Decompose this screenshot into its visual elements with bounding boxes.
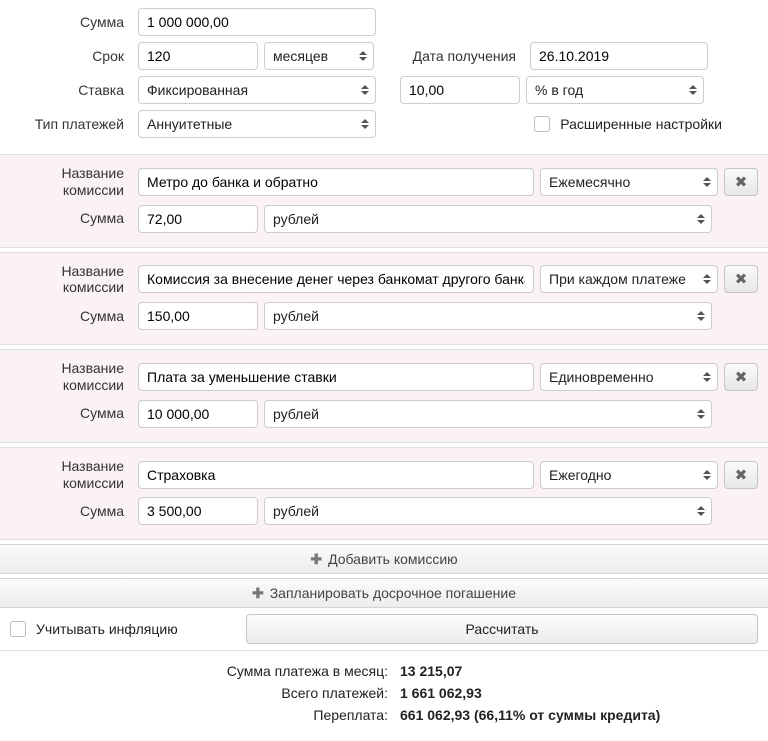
commission-freq-select[interactable]: Ежегодно [540, 461, 718, 489]
advanced-label: Расширенные настройки [560, 116, 722, 132]
commission-freq-value: Единовременно [549, 369, 654, 385]
result-total-value: 1 661 062,93 [400, 685, 482, 701]
commission-name-label: Название комиссии [10, 165, 132, 199]
amount-input[interactable] [138, 8, 376, 36]
advanced-checkbox[interactable] [534, 116, 550, 132]
add-commission-button[interactable]: ✚ Добавить комиссию [0, 544, 768, 574]
result-monthly-value: 13 215,07 [400, 663, 462, 679]
payment-type-select[interactable]: Аннуитетные [138, 110, 376, 138]
term-unit-value: месяцев [273, 48, 328, 64]
commission-amount-input[interactable] [138, 497, 258, 525]
plan-early-button[interactable]: ✚ Запланировать досрочное погашение [0, 578, 768, 608]
commission-amount-label: Сумма [10, 503, 132, 520]
result-overpay-label: Переплата: [10, 707, 400, 723]
plan-early-label: Запланировать досрочное погашение [270, 585, 516, 601]
close-icon: ✖ [735, 368, 748, 386]
plus-icon: ✚ [252, 585, 264, 602]
rate-unit-select[interactable]: % в год [526, 76, 704, 104]
commission-freq-value: При каждом платеже [549, 271, 686, 287]
amount-label: Сумма [10, 14, 132, 31]
commission-amount-input[interactable] [138, 400, 258, 428]
commission-freq-value: Ежегодно [549, 467, 611, 483]
commission-name-label: Название комиссии [10, 360, 132, 394]
commission-unit-select[interactable]: рублей [264, 302, 712, 330]
rate-type-value: Фиксированная [147, 82, 248, 98]
rate-type-select[interactable]: Фиксированная [138, 76, 376, 104]
commission-unit-value: рублей [273, 503, 319, 519]
rate-label: Ставка [10, 82, 132, 99]
commission-unit-select[interactable]: рублей [264, 400, 712, 428]
commission-amount-input[interactable] [138, 205, 258, 233]
plus-icon: ✚ [310, 551, 322, 568]
rate-value-input[interactable] [400, 76, 520, 104]
commission-block: Название комиссии Ежегодно ✖ Сумма рубле… [0, 447, 768, 541]
commission-unit-value: рублей [273, 406, 319, 422]
term-label: Срок [10, 48, 132, 65]
commission-block: Название комиссии Единовременно ✖ Сумма … [0, 349, 768, 443]
commission-unit-value: рублей [273, 308, 319, 324]
commission-freq-select[interactable]: Ежемесячно [540, 168, 718, 196]
commission-freq-select[interactable]: При каждом платеже [540, 265, 718, 293]
result-monthly-label: Сумма платежа в месяц: [10, 663, 400, 679]
close-icon: ✖ [735, 466, 748, 484]
close-icon: ✖ [735, 270, 748, 288]
commission-amount-label: Сумма [10, 405, 132, 422]
payment-type-value: Аннуитетные [147, 116, 232, 132]
commission-freq-value: Ежемесячно [549, 174, 630, 190]
result-overpay-value: 661 062,93 (66,11% от суммы кредита) [400, 707, 660, 723]
commission-amount-label: Сумма [10, 210, 132, 227]
term-input[interactable] [138, 42, 258, 70]
commission-name-input[interactable] [138, 168, 534, 196]
commission-name-input[interactable] [138, 265, 534, 293]
commission-amount-label: Сумма [10, 308, 132, 325]
delete-commission-button[interactable]: ✖ [724, 168, 758, 196]
commission-block: Название комиссии Ежемесячно ✖ Сумма руб… [0, 154, 768, 248]
date-input[interactable] [530, 42, 708, 70]
date-label: Дата получения [404, 48, 524, 65]
commission-unit-value: рублей [273, 211, 319, 227]
commission-block: Название комиссии При каждом платеже ✖ С… [0, 252, 768, 346]
commission-amount-input[interactable] [138, 302, 258, 330]
commission-name-label: Название комиссии [10, 458, 132, 492]
term-unit-select[interactable]: месяцев [264, 42, 374, 70]
inflation-label: Учитывать инфляцию [36, 621, 236, 637]
commission-name-label: Название комиссии [10, 263, 132, 297]
calculate-label: Рассчитать [465, 621, 538, 637]
payment-type-label: Тип платежей [10, 116, 132, 133]
commission-unit-select[interactable]: рублей [264, 497, 712, 525]
commission-name-input[interactable] [138, 363, 534, 391]
commission-name-input[interactable] [138, 461, 534, 489]
delete-commission-button[interactable]: ✖ [724, 265, 758, 293]
calculate-button[interactable]: Рассчитать [246, 614, 758, 644]
add-commission-label: Добавить комиссию [328, 551, 458, 567]
commission-freq-select[interactable]: Единовременно [540, 363, 718, 391]
inflation-checkbox[interactable] [10, 621, 26, 637]
delete-commission-button[interactable]: ✖ [724, 363, 758, 391]
commission-unit-select[interactable]: рублей [264, 205, 712, 233]
close-icon: ✖ [735, 173, 748, 191]
result-total-label: Всего платежей: [10, 685, 400, 701]
rate-unit-value: % в год [535, 82, 583, 98]
delete-commission-button[interactable]: ✖ [724, 461, 758, 489]
